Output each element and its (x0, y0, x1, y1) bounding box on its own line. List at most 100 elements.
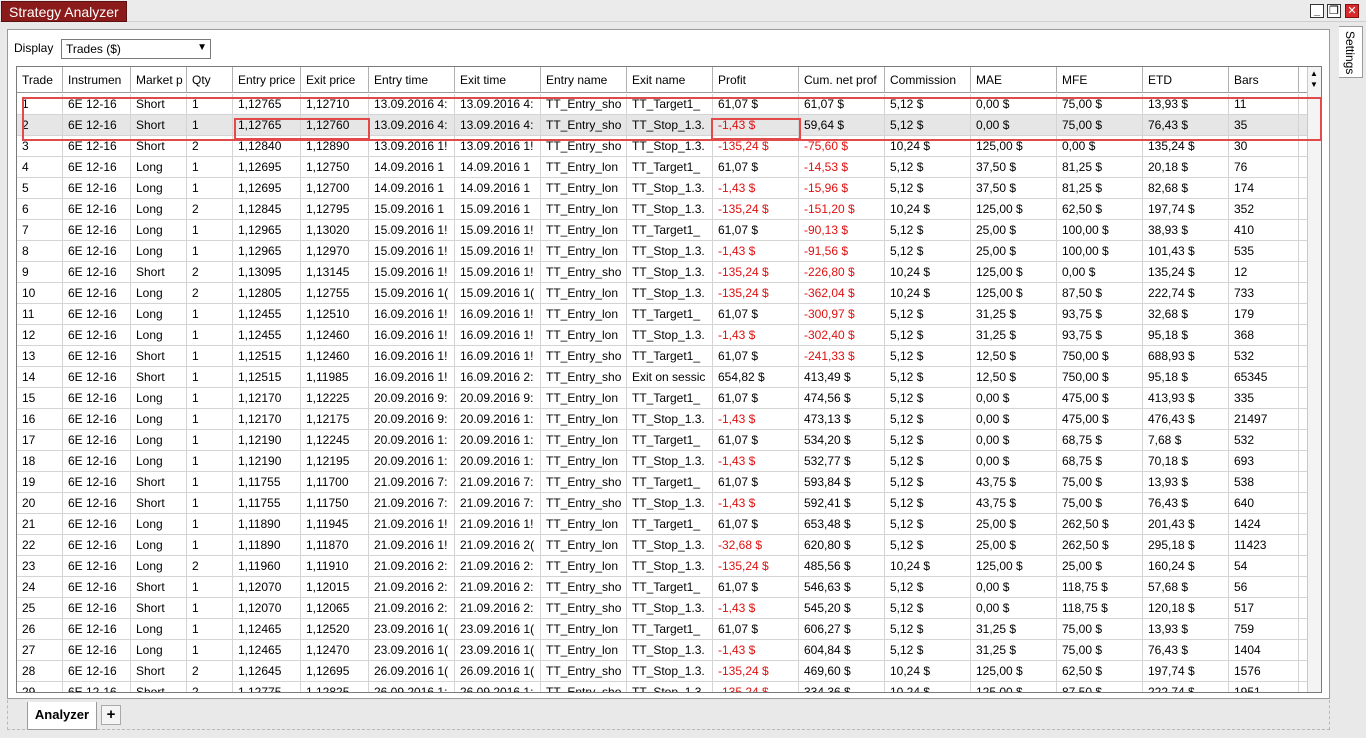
table-row[interactable]: 10 6E 12-16 Long 2 1,12805 1,12755 15.09.2016 … (17, 283, 1309, 304)
table-cell: TT_Target1_ (627, 94, 713, 115)
table-row[interactable]: 15 6E 12-16 Long 1 1,12170 1,12225 20.09.2016 … (17, 388, 1309, 409)
table-row[interactable]: 17 6E 12-16 Long 1 1,12190 1,12245 20.09.2016 … (17, 430, 1309, 451)
table-cell: 54 (1229, 556, 1299, 577)
table-cell: TT_Stop_1.3. (627, 115, 713, 136)
table-row[interactable]: 12 6E 12-16 Long 1 1,12455 1,12460 16.09.2016 … (17, 325, 1309, 346)
column-header[interactable]: Entry name (541, 67, 627, 93)
table-cell: 13.09.2016 4: (369, 115, 455, 136)
table-row[interactable]: 26 6E 12-16 Long 1 1,12465 1,12520 23.09.2016 … (17, 619, 1309, 640)
table-cell: 1,12455 (233, 325, 301, 346)
table-row[interactable]: 11 6E 12-16 Long 1 1,12455 1,12510 16.09.2016 … (17, 304, 1309, 325)
column-header[interactable]: Exit name (627, 67, 713, 93)
table-cell: 5,12 $ (885, 157, 971, 178)
column-header[interactable]: Commission (885, 67, 971, 93)
table-cell: 16.09.2016 1! (455, 325, 541, 346)
table-cell: 532 (1229, 346, 1299, 367)
table-row[interactable]: 13 6E 12-16 Short 1 1,12515 1,12460 16.09.2016… (17, 346, 1309, 367)
table-row[interactable]: 20 6E 12-16 Short 1 1,11755 1,11750 21.09.2016… (17, 493, 1309, 514)
column-header[interactable]: Bars (1229, 67, 1299, 93)
table-cell: TT_Stop_1.3. (627, 241, 713, 262)
column-header[interactable]: Cum. net prof (799, 67, 885, 93)
table-row[interactable]: 14 6E 12-16 Short 1 1,12515 1,11985 16.09.2016… (17, 367, 1309, 388)
display-select[interactable]: Trades ($) ▼ (61, 39, 211, 59)
table-row[interactable]: 1 6E 12-16 Short 1 1,12765 1,12710 13.09.2016 … (17, 94, 1309, 115)
column-header[interactable]: Instrumen (63, 67, 131, 93)
table-cell: TT_Entry_lon (541, 619, 627, 640)
column-header[interactable]: Trade (17, 67, 63, 93)
restore-button[interactable]: ❐ (1327, 4, 1341, 18)
table-row[interactable]: 23 6E 12-16 Long 2 1,11960 1,11910 21.09.2016 … (17, 556, 1309, 577)
table-cell: 38,93 $ (1143, 220, 1229, 241)
column-header[interactable]: Profit (713, 67, 799, 93)
column-header[interactable]: MAE (971, 67, 1057, 93)
table-cell: Short (131, 598, 187, 619)
tab-analyzer[interactable]: Analyzer (27, 702, 97, 730)
column-header[interactable]: Exit time (455, 67, 541, 93)
window-title[interactable]: Strategy Analyzer (1, 1, 127, 22)
table-row[interactable]: 8 6E 12-16 Long 1 1,12965 1,12970 15.09.2016 1… (17, 241, 1309, 262)
column-header[interactable]: Entry price (233, 67, 301, 93)
table-cell: 10,24 $ (885, 136, 971, 157)
table-cell: 1,12175 (301, 409, 369, 430)
table-cell: Short (131, 94, 187, 115)
column-header[interactable]: Entry time (369, 67, 455, 93)
table-row[interactable]: 9 6E 12-16 Short 2 1,13095 1,13145 15.09.2016 … (17, 262, 1309, 283)
table-row[interactable]: 16 6E 12-16 Long 1 1,12170 1,12175 20.09.2016 … (17, 409, 1309, 430)
table-cell: 1 (187, 493, 233, 514)
table-cell: 125,00 $ (971, 682, 1057, 693)
table-row[interactable]: 28 6E 12-16 Short 2 1,12645 1,12695 26.09.2016… (17, 661, 1309, 682)
column-header[interactable]: Exit price (301, 67, 369, 93)
table-row[interactable]: 22 6E 12-16 Long 1 1,11890 1,11870 21.09.2016 … (17, 535, 1309, 556)
table-cell: 5,12 $ (885, 346, 971, 367)
table-row[interactable]: 29 6E 12-16 Short 2 1,12775 1,12825 26.09.2016… (17, 682, 1309, 693)
scroll-down-icon[interactable]: ▼ (1310, 80, 1318, 89)
table-cell: TT_Stop_1.3. (627, 409, 713, 430)
minimize-button[interactable]: _ (1310, 4, 1324, 18)
table-cell: 1,12845 (233, 199, 301, 220)
add-tab-button[interactable]: + (101, 705, 121, 725)
table-cell: Long (131, 556, 187, 577)
column-header[interactable]: Qty (187, 67, 233, 93)
table-cell: 469,60 $ (799, 661, 885, 682)
table-cell: 6E 12-16 (63, 178, 131, 199)
table-row[interactable]: 25 6E 12-16 Short 1 1,12070 1,12065 21.09.2016… (17, 598, 1309, 619)
table-cell: Long (131, 283, 187, 304)
table-cell: TT_Entry_lon (541, 409, 627, 430)
table-row[interactable]: 19 6E 12-16 Short 1 1,11755 1,11700 21.09.2016… (17, 472, 1309, 493)
table-row[interactable]: 5 6E 12-16 Long 1 1,12695 1,12700 14.09.2016 1… (17, 178, 1309, 199)
vertical-scrollbar[interactable]: ▲ ▼ (1307, 67, 1321, 693)
table-row[interactable]: 4 6E 12-16 Long 1 1,12695 1,12750 14.09.2016 1… (17, 157, 1309, 178)
close-button[interactable]: ✕ (1345, 4, 1359, 18)
table-row[interactable]: 27 6E 12-16 Long 1 1,12465 1,12470 23.09.2016 … (17, 640, 1309, 661)
column-header[interactable]: MFE (1057, 67, 1143, 93)
table-cell: 75,00 $ (1057, 640, 1143, 661)
table-row[interactable]: 21 6E 12-16 Long 1 1,11890 1,11945 21.09.2016 … (17, 514, 1309, 535)
table-cell: TT_Stop_1.3. (627, 178, 713, 199)
table-cell: TT_Stop_1.3. (627, 640, 713, 661)
table-cell: TT_Stop_1.3. (627, 283, 713, 304)
scroll-up-icon[interactable]: ▲ (1310, 69, 1318, 78)
table-cell: -362,04 $ (799, 283, 885, 304)
table-cell: 20.09.2016 9: (455, 388, 541, 409)
table-cell: 15.09.2016 1( (455, 283, 541, 304)
table-row[interactable]: 7 6E 12-16 Long 1 1,12965 1,13020 15.09.2016 1… (17, 220, 1309, 241)
table-cell: 222,74 $ (1143, 682, 1229, 693)
table-cell: 1,12645 (233, 661, 301, 682)
table-cell: 1,12795 (301, 199, 369, 220)
table-cell: Short (131, 661, 187, 682)
column-header[interactable]: Market p (131, 67, 187, 93)
column-header[interactable]: ETD (1143, 67, 1229, 93)
table-cell: 16.09.2016 1! (369, 325, 455, 346)
table-row[interactable]: 6 6E 12-16 Long 2 1,12845 1,12795 15.09.2016 1… (17, 199, 1309, 220)
table-cell: TT_Stop_1.3. (627, 556, 713, 577)
table-cell: 62,50 $ (1057, 199, 1143, 220)
settings-side-tab[interactable]: Settings (1339, 26, 1363, 78)
table-cell: 118,75 $ (1057, 577, 1143, 598)
table-row[interactable]: 24 6E 12-16 Short 1 1,12070 1,12015 21.09.2016… (17, 577, 1309, 598)
table-cell: 20.09.2016 1: (369, 451, 455, 472)
table-cell: 6E 12-16 (63, 283, 131, 304)
table-cell: 120,18 $ (1143, 598, 1229, 619)
table-row[interactable]: 18 6E 12-16 Long 1 1,12190 1,12195 20.09.2016 … (17, 451, 1309, 472)
table-row[interactable]: 3 6E 12-16 Short 2 1,12840 1,12890 13.09.2016 … (17, 136, 1309, 157)
table-row[interactable]: 2 6E 12-16 Short 1 1,12765 1,12760 13.09.2016 … (17, 115, 1309, 136)
